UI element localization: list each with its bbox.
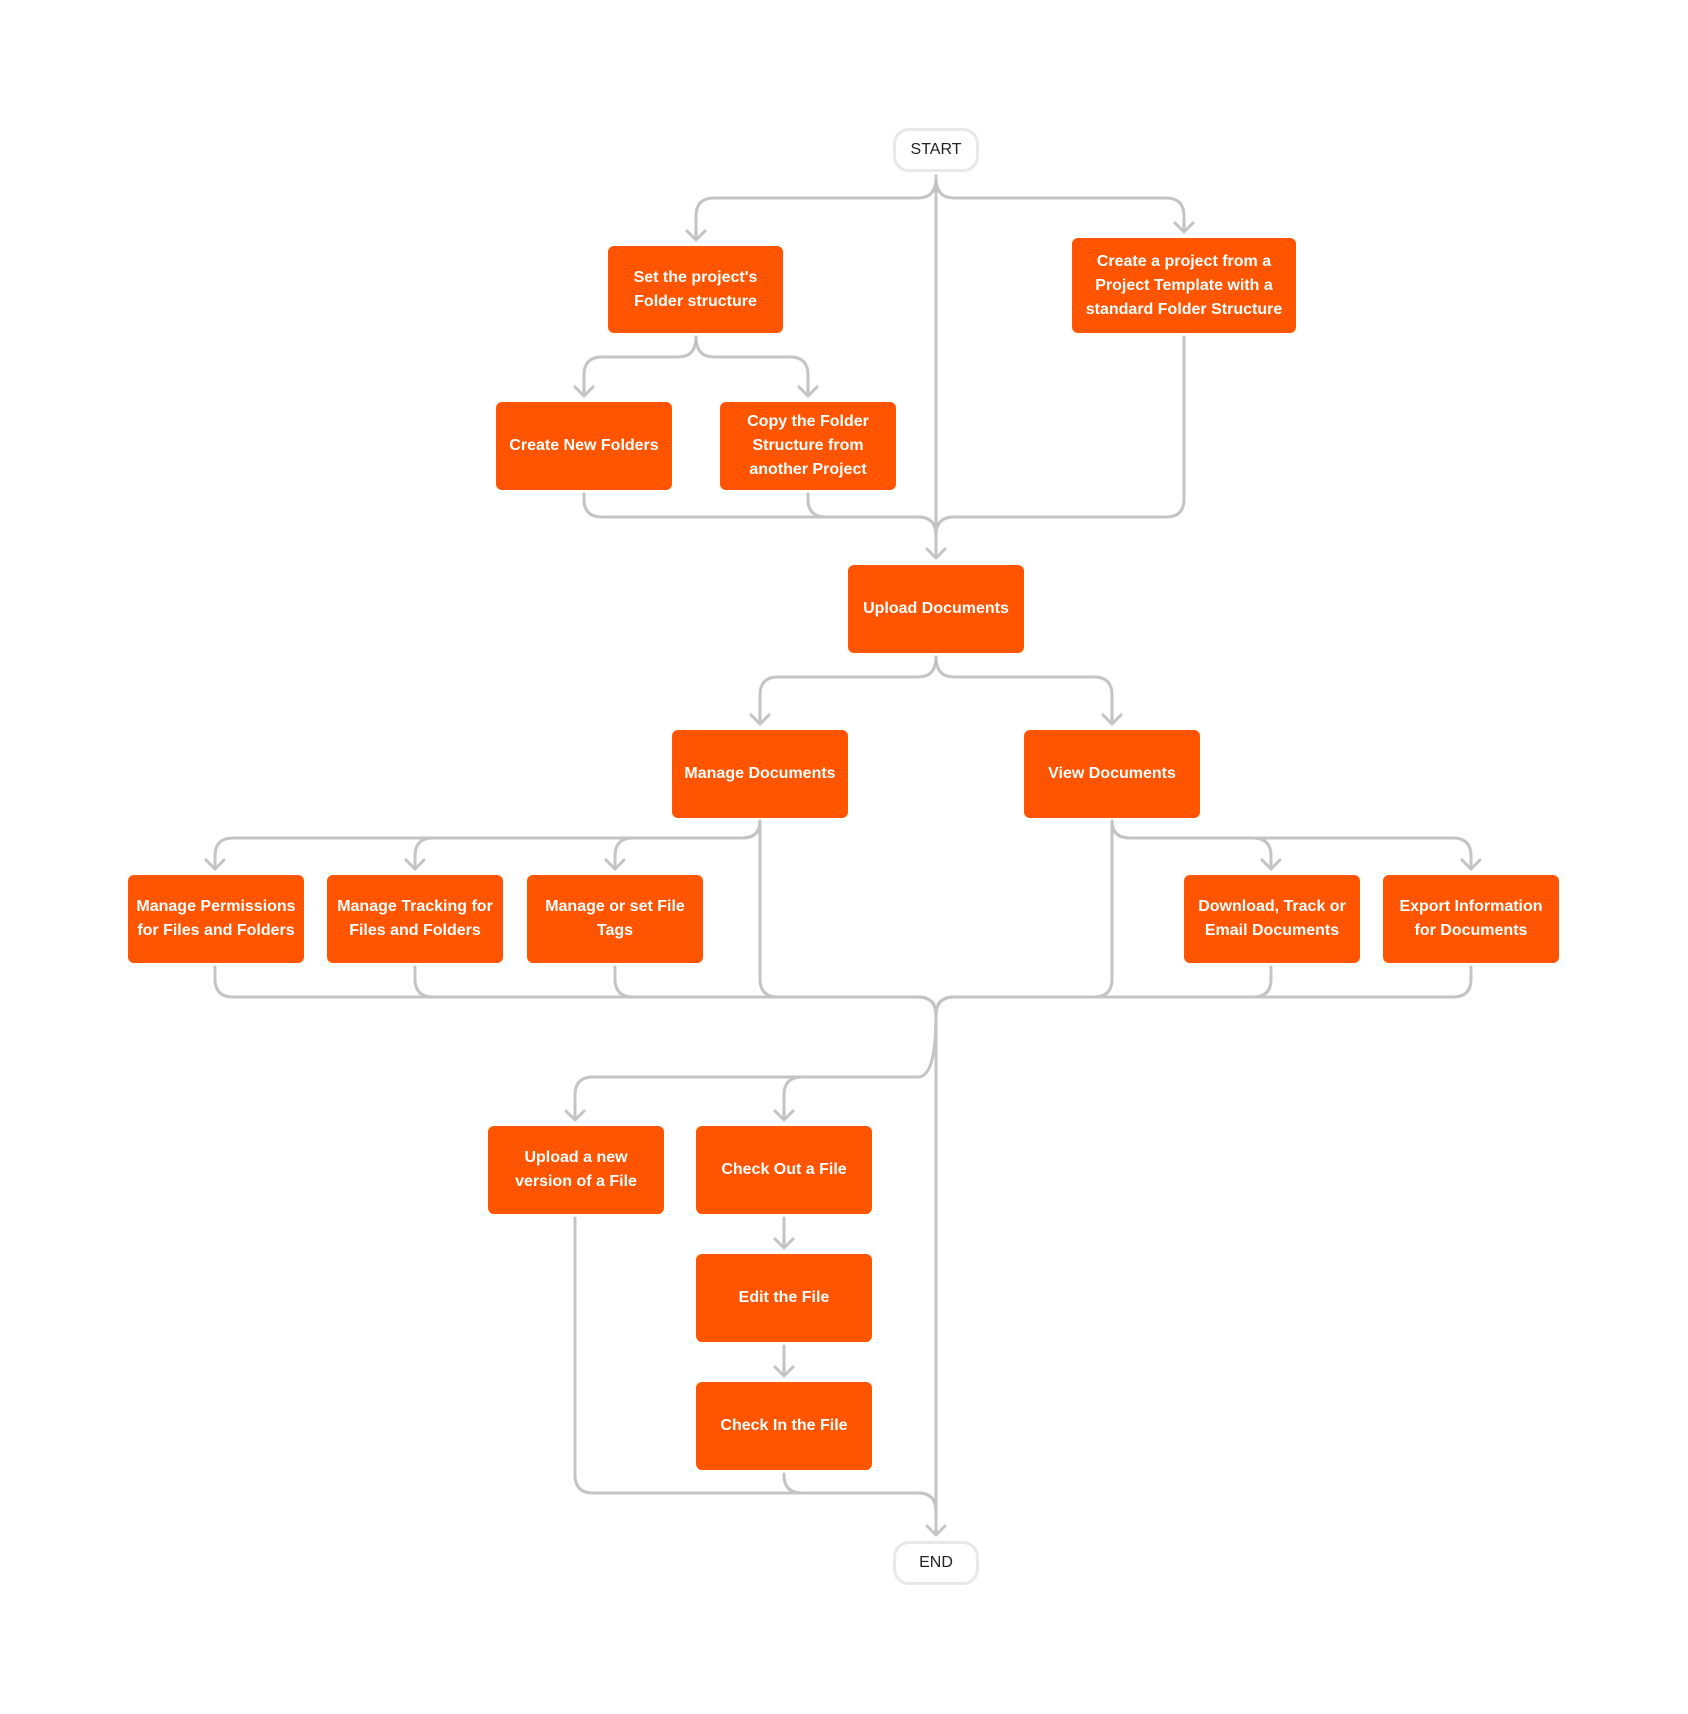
connector-to-upload-version xyxy=(573,1013,938,1122)
connector-to-check-out xyxy=(782,1013,938,1122)
connector-manage-to-tracking xyxy=(413,819,762,871)
connector-permissions-merge xyxy=(213,965,938,1017)
connector-view-to-export xyxy=(1110,819,1473,871)
node-manage-tracking[interactable]: Manage Tracking for Files and Folders xyxy=(327,875,503,963)
connector-download-merge xyxy=(934,965,1273,1017)
connector-tags-merge xyxy=(613,965,938,1017)
connector-view-to-download xyxy=(1110,819,1273,871)
connector-create-merge xyxy=(582,492,938,537)
connector-template-merge xyxy=(934,335,1186,537)
node-edit-file[interactable]: Edit the File xyxy=(696,1254,872,1342)
node-upload-new-version[interactable]: Upload a new version of a File xyxy=(488,1126,664,1214)
node-create-new-folders[interactable]: Create New Folders xyxy=(496,402,672,490)
connector-manage-to-permissions xyxy=(213,819,762,871)
connector-upload-to-view xyxy=(934,655,1114,726)
node-upload-documents[interactable]: Upload Documents xyxy=(848,565,1024,653)
connector-start-to-template xyxy=(934,176,1186,234)
connector-checkin-to-end xyxy=(782,1472,938,1513)
node-check-out[interactable]: Check Out a File xyxy=(696,1126,872,1214)
connector-export-merge xyxy=(934,965,1473,1017)
start-node: START xyxy=(893,128,979,172)
connector-copy-merge xyxy=(806,492,938,537)
connector-manage-merge xyxy=(758,819,938,1017)
node-copy-folder-structure[interactable]: Copy the Folder Structure from another P… xyxy=(720,402,896,490)
connector-tracking-merge xyxy=(413,965,938,1017)
connector-folder-to-copy xyxy=(694,335,810,398)
node-export-information[interactable]: Export Information for Documents xyxy=(1383,875,1559,963)
node-check-in[interactable]: Check In the File xyxy=(696,1382,872,1470)
flowchart-canvas: START Set the project's Folder structure… xyxy=(0,0,1688,1714)
node-set-folder-structure[interactable]: Set the project's Folder structure xyxy=(608,246,783,333)
connector-manage-to-tags xyxy=(613,819,762,871)
connector-upload-to-manage xyxy=(758,655,938,726)
connector-start-to-folder xyxy=(694,176,938,242)
node-manage-documents[interactable]: Manage Documents xyxy=(672,730,848,818)
node-create-from-template[interactable]: Create a project from a Project Template… xyxy=(1072,238,1296,333)
node-manage-permissions[interactable]: Manage Permissions for Files and Folders xyxy=(128,875,304,963)
node-manage-tags[interactable]: Manage or set File Tags xyxy=(527,875,703,963)
end-node: END xyxy=(893,1541,979,1585)
node-download-track-email[interactable]: Download, Track or Email Documents xyxy=(1184,875,1360,963)
node-view-documents[interactable]: View Documents xyxy=(1024,730,1200,818)
connector-view-merge xyxy=(934,819,1114,1017)
connector-folder-to-create xyxy=(582,335,698,398)
